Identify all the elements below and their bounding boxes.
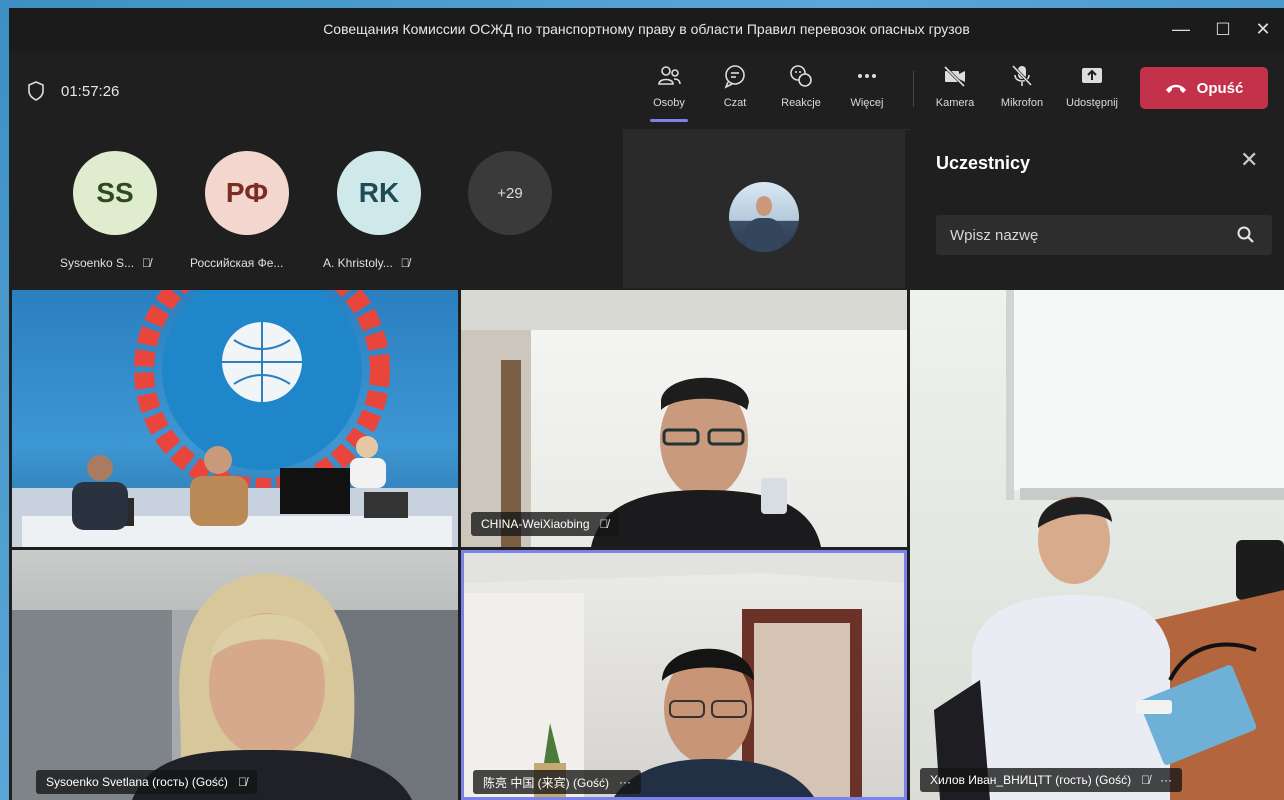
participant-name-tag: Sysoenko Svetlana (гость) (Gość) 🎙̸ <box>36 770 257 794</box>
participant-strip: SS Sysoenko S... 🎙̸ РФ Российская Фе... … <box>9 129 621 288</box>
more-options-icon[interactable]: ··· <box>619 775 631 789</box>
teams-meeting-window: Совещания Комиссии ОСЖД по транспортному… <box>9 8 1284 800</box>
leave-button[interactable]: Opuść <box>1140 67 1268 109</box>
chat-label: Czat <box>723 97 747 109</box>
participant-name-text: Хилов Иван_ВНИЦТТ (гость) (Gość) <box>930 773 1132 787</box>
search-input[interactable] <box>950 215 1230 255</box>
participant-name: A. Khristoly... 🎙̸ <box>323 256 410 270</box>
avatar-initials: RK <box>358 177 400 208</box>
meeting-timer: 01:57:26 <box>61 83 120 100</box>
participant-name-tag: Хилов Иван_ВНИЦТТ (гость) (Gość) 🎙̸ ··· <box>920 768 1183 792</box>
close-window-button[interactable]: ✕ <box>1243 8 1283 51</box>
chat-button[interactable]: Czat <box>706 61 764 123</box>
video-tile[interactable]: Sysoenko Svetlana (гость) (Gość) 🎙̸ <box>12 550 458 800</box>
mic-off-icon: 🎙̸ <box>1141 773 1151 787</box>
participant-name-text: Sysoenko Svetlana (гость) (Gość) <box>46 775 228 789</box>
mic-off-icon: 🎙̸ <box>237 775 247 789</box>
microphone-label: Mikrofon <box>1000 97 1044 109</box>
video-scene <box>461 290 907 547</box>
reactions-button[interactable]: Reakcje <box>772 61 830 123</box>
participant-search <box>936 215 1272 255</box>
panel-title: Uczestnicy <box>936 153 1031 173</box>
window-title: Совещания Комиссии ОСЖД по транспортному… <box>323 21 970 37</box>
mic-off-icon: 🎙̸ <box>400 256 410 270</box>
participant-name-tag: CHINA-WeiXiaobing 🎙̸ <box>471 512 619 536</box>
people-label: Osoby <box>653 97 685 109</box>
camera-off-icon <box>943 65 966 88</box>
avatar-initials: РФ <box>225 177 269 208</box>
camera-label: Kamera <box>935 97 975 109</box>
maximize-button[interactable]: ☐ <box>1203 8 1243 51</box>
more-options-icon[interactable]: ··· <box>1160 773 1172 787</box>
shield-icon <box>28 81 44 101</box>
presenter-avatar <box>729 182 799 252</box>
camera-button[interactable]: Kamera <box>926 61 984 123</box>
people-icon <box>658 66 681 85</box>
participant-name-text: Российская Фе... <box>190 256 284 270</box>
share-icon <box>1082 68 1102 83</box>
more-label: Więcej <box>850 97 884 109</box>
video-scene <box>12 573 458 800</box>
video-tile[interactable]: Хилов Иван_ВНИЦТТ (гость) (Gość) 🎙̸ ··· <box>910 290 1284 800</box>
participant-name: Sysoenko S... 🎙̸ <box>60 256 151 270</box>
title-bar: Совещания Комиссии ОСЖД по транспортному… <box>9 8 1284 51</box>
reaction-icon <box>790 65 812 87</box>
avatar[interactable]: RK <box>337 151 421 235</box>
mic-off-icon <box>1011 64 1033 87</box>
avatar[interactable]: SS <box>73 151 157 235</box>
video-scene <box>934 290 1284 800</box>
participant-name-text: CHINA-WeiXiaobing <box>481 517 590 531</box>
participants-panel: Uczestnicy ✕ <box>910 129 1284 288</box>
more-participants-count: +29 <box>497 184 523 202</box>
mic-off-icon: 🎙̸ <box>142 256 152 270</box>
video-tile[interactable] <box>12 290 458 547</box>
avatar[interactable]: РФ <box>205 151 289 235</box>
participant-name-text: Sysoenko S... <box>60 256 135 270</box>
more-participants-button[interactable]: +29 <box>468 151 552 235</box>
microphone-button[interactable]: Mikrofon <box>993 61 1051 123</box>
leave-label: Opuść <box>1196 79 1244 97</box>
search-icon[interactable] <box>1236 225 1256 245</box>
reactions-label: Reakcje <box>781 97 821 109</box>
person-body <box>746 218 782 252</box>
close-panel-button[interactable]: ✕ <box>1240 147 1258 173</box>
participant-name-text: A. Khristoly... <box>323 256 393 270</box>
share-button[interactable]: Udostępnij <box>1059 61 1125 123</box>
active-tab-indicator <box>650 119 688 122</box>
participant-name: Российская Фе... <box>190 256 283 270</box>
more-button[interactable]: Więcej <box>838 61 896 123</box>
video-tile-active-speaker[interactable]: 陈亮 中国 (来宾) (Gość) ··· <box>461 550 907 800</box>
person-head <box>756 196 772 216</box>
more-icon <box>858 74 876 78</box>
participant-name-text: 陈亮 中国 (来宾) (Gość) <box>483 775 609 790</box>
video-scene <box>464 553 904 797</box>
participant-name-tag: 陈亮 中国 (来宾) (Gość) ··· <box>473 770 641 794</box>
mic-off-icon: 🎙̸ <box>599 517 609 531</box>
chat-icon <box>724 65 745 89</box>
hang-up-icon <box>1165 84 1186 93</box>
meeting-toolbar: 01:57:26 Osoby Czat Reakcje Więcej Kamer… <box>9 51 1284 130</box>
people-button[interactable]: Osoby <box>640 61 698 123</box>
osjd-logo-backdrop <box>12 290 458 547</box>
video-tile[interactable]: CHINA-WeiXiaobing 🎙̸ <box>461 290 907 547</box>
avatar-initials: SS <box>96 177 134 208</box>
minimize-button[interactable]: — <box>1161 8 1201 51</box>
share-label: Udostępnij <box>1066 97 1118 109</box>
toolbar-divider <box>913 71 914 107</box>
